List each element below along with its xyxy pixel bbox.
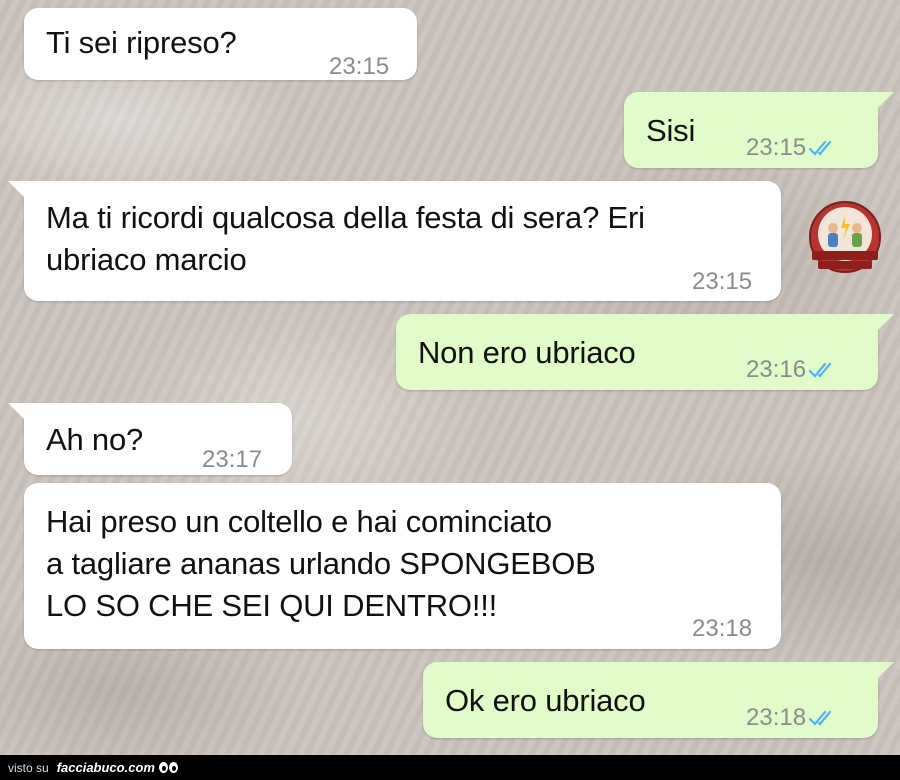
bubble-tail [8, 403, 26, 421]
message-meta: 23:16 [746, 356, 838, 384]
bubble-tail [876, 92, 894, 110]
bubble-tail [876, 314, 894, 332]
message-meta: 23:15 [329, 53, 389, 81]
message-bubble-incoming[interactable]: Ah no? 23:17 [8, 403, 292, 475]
message-bubble-incoming[interactable]: Hai preso un coltello e hai cominciato a… [24, 483, 781, 649]
message-meta: 23:15 [746, 134, 838, 162]
googly-eyes-icon [158, 762, 178, 773]
message-text: Ah no? [46, 422, 144, 457]
message-time: 23:15 [692, 268, 753, 295]
message-text: Ti sei ripreso? [46, 25, 237, 60]
message-bubble-outgoing[interactable]: Ok ero ubriaco 23:18 [423, 662, 894, 738]
double-check-icon [808, 710, 832, 726]
footer-bar: visto su facciabuco.com [0, 755, 900, 780]
bubble-tail [8, 181, 26, 199]
message-time: 23:17 [202, 446, 263, 473]
message-time: 23:18 [692, 615, 753, 642]
message-time: 23:18 [746, 704, 807, 731]
message-bubble-incoming[interactable]: Ma ti ricordi qualcosa della festa di se… [8, 181, 781, 301]
message-time: 23:15 [329, 53, 390, 80]
message-meta: 23:18 [692, 615, 752, 643]
message-bubble-outgoing[interactable]: Non ero ubriaco 23:16 [396, 314, 894, 390]
message-meta: 23:17 [202, 446, 262, 474]
double-check-icon [808, 362, 832, 378]
message-bubble-outgoing[interactable]: Sisi 23:15 [624, 92, 894, 168]
message-bubble-incoming[interactable]: Ti sei ripreso? 23:15 [24, 8, 417, 80]
message-meta: 23:15 [692, 268, 752, 296]
message-time: 23:15 [746, 134, 807, 161]
footer-visto-label: visto su [8, 760, 49, 775]
bubble-tail [876, 662, 894, 680]
double-check-icon [808, 140, 832, 156]
message-text: Ma ti ricordi qualcosa della festa di se… [46, 200, 645, 277]
message-text: Sisi [646, 113, 696, 148]
message-meta: 23:18 [746, 704, 838, 732]
message-text: Hai preso un coltello e hai cominciato a… [46, 504, 596, 623]
watermark-badge-logo [809, 201, 881, 273]
message-text: Ok ero ubriaco [445, 683, 646, 718]
footer-brand-link[interactable]: facciabuco.com [57, 760, 155, 775]
message-text: Non ero ubriaco [418, 335, 636, 370]
message-time: 23:16 [746, 356, 807, 383]
chat-thread: Ti sei ripreso? 23:15 Sisi 23:15 Ma ti r… [0, 0, 900, 755]
